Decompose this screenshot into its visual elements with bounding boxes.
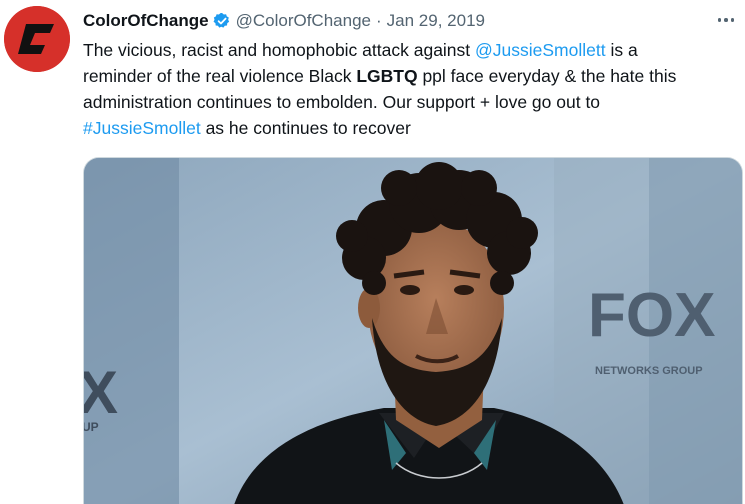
text-segment: is a [605,40,638,60]
bold-text: LGBTQ [356,66,418,86]
tweet-header: ColorOfChange @ColorOfChange · Jan 29, 2… [83,9,485,33]
left-edge-sub: UP [84,420,99,434]
text-segment: ppl face everyday & the hate this [417,66,677,86]
more-dot [717,18,722,22]
tweet[interactable]: ColorOfChange @ColorOfChange · Jan 29, 2… [0,0,745,504]
backdrop-sub: NETWORKS GROUP [595,365,703,377]
verified-badge-icon [213,13,229,28]
tweet-text-line: administration continues to embolden. Ou… [83,92,601,112]
tweet-text-line: #JussieSmollet as he continues to recove… [83,115,743,141]
backdrop-logo: FOX [588,281,715,350]
tweet-text-line: reminder of the real violence Black LGBT… [83,63,743,89]
display-name[interactable]: ColorOfChange [83,11,209,31]
mention-link[interactable]: @JussieSmollett [475,40,606,60]
text-segment: reminder of the real violence Black [83,66,357,86]
handle[interactable]: @ColorOfChange [236,11,371,31]
more-options-icon[interactable] [712,10,740,30]
hashtag-link[interactable]: #JussieSmollet [83,118,201,138]
more-dot [724,18,728,22]
left-edge-logo: X [84,359,118,426]
tweet-photo[interactable]: FOX NETWORKS GROUP X UP [83,157,743,504]
colorofchange-logo-icon [4,6,70,72]
tweet-text: The vicious, racist and homophobic attac… [83,37,743,141]
avatar[interactable] [4,6,70,72]
tweet-text-line: The vicious, racist and homophobic attac… [83,37,743,63]
more-dot [730,18,735,22]
text-segment: The vicious, racist and homophobic attac… [83,40,476,60]
separator-dot: · [376,11,382,30]
photo-image: FOX NETWORKS GROUP X UP [84,158,742,504]
text-segment: as he continues to recover [200,118,411,138]
tweet-date[interactable]: Jan 29, 2019 [387,11,485,31]
